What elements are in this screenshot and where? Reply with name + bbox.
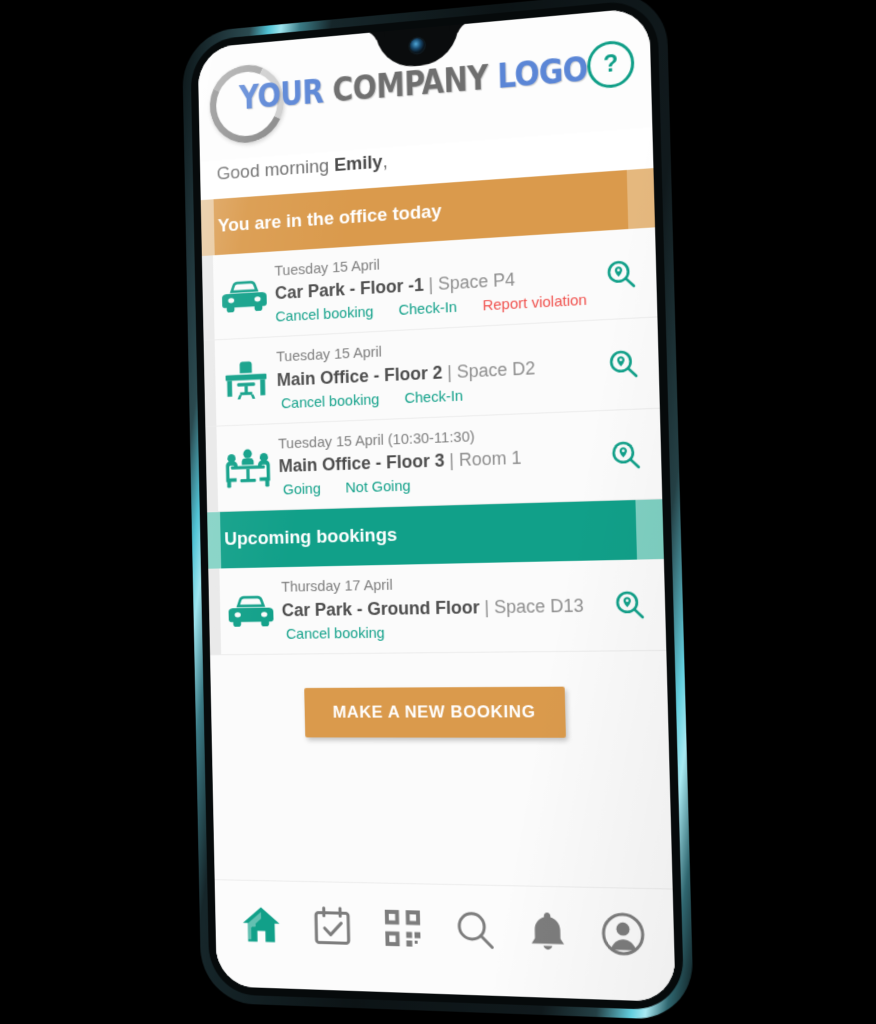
nav-item-home[interactable]	[241, 905, 281, 949]
check-in-link[interactable]: Check-In	[398, 299, 457, 319]
cta-section: MAKE A NEW BOOKING	[210, 650, 673, 890]
logo-word-1: YOUR	[238, 71, 324, 117]
help-button[interactable]: ?	[586, 39, 635, 90]
booking-title: Car Park - Ground Floor | Space D13	[282, 593, 610, 623]
car-icon	[220, 594, 282, 628]
booking-details: Tuesday 15 April Car Park - Floor -1 | S…	[274, 242, 601, 326]
booking-separator: |	[423, 274, 439, 295]
make-new-booking-button[interactable]: MAKE A NEW BOOKING	[303, 686, 567, 738]
cancel-booking-link[interactable]: Cancel booking	[281, 391, 380, 412]
booking-details: Tuesday 15 April Main Office - Floor 2 |…	[276, 332, 604, 412]
app-root: YOUR COMPANY LOGO ? Good morning Emily, …	[197, 7, 676, 1003]
user-circle-icon	[601, 911, 646, 961]
greeting-suffix: ,	[382, 151, 388, 173]
calendar-check-icon	[314, 906, 351, 952]
booking-location: Car Park - Ground Floor	[281, 596, 480, 620]
nav-item-scan[interactable]	[384, 908, 422, 952]
car-icon	[213, 277, 275, 314]
booking-details: Thursday 17 April Car Park - Ground Floo…	[281, 572, 610, 643]
map-search-icon[interactable]	[605, 439, 647, 471]
meeting-icon	[217, 446, 279, 489]
phone-screen: YOUR COMPANY LOGO ? Good morning Emily, …	[197, 7, 676, 1003]
section-title-upcoming: Upcoming bookings	[224, 525, 398, 551]
booking-space: Space P4	[437, 269, 516, 295]
nav-item-profile[interactable]	[601, 911, 646, 961]
booking-separator: |	[442, 361, 458, 383]
search-icon	[456, 910, 495, 955]
section-title-today: You are in the office today	[217, 201, 442, 237]
check-in-link[interactable]: Check-In	[404, 387, 463, 406]
logo-word-3: LOGO	[496, 48, 589, 96]
cancel-booking-link[interactable]: Cancel booking	[286, 624, 385, 642]
qr-code-icon	[384, 908, 422, 952]
section-banner-upcoming: Upcoming bookings	[207, 499, 664, 570]
home-icon	[241, 905, 281, 949]
bell-icon	[529, 911, 567, 958]
upcoming-bookings-list: Thursday 17 April Car Park - Ground Floo…	[208, 559, 667, 656]
booking-space: Space D2	[456, 357, 536, 382]
map-search-icon[interactable]	[609, 589, 651, 620]
map-search-icon[interactable]	[600, 258, 642, 291]
table-row[interactable]: Tuesday 15 April (10:30-11:30) Main Offi…	[205, 408, 663, 513]
going-link[interactable]: Going	[283, 481, 321, 499]
cancel-booking-link[interactable]: Cancel booking	[275, 304, 373, 326]
booking-space: Room 1	[458, 447, 522, 471]
booking-location: Main Office - Floor 3	[278, 450, 445, 477]
today-bookings-list: Tuesday 15 April Car Park - Floor -1 | S…	[201, 227, 663, 513]
question-mark-icon: ?	[602, 49, 619, 79]
table-row[interactable]: Thursday 17 April Car Park - Ground Floo…	[208, 559, 667, 656]
nav-item-bookings[interactable]	[314, 906, 351, 952]
map-search-icon[interactable]	[603, 348, 645, 381]
screenshot-stage: YOUR COMPANY LOGO ? Good morning Emily, …	[0, 0, 876, 1024]
greeting-prefix: Good morning	[216, 155, 335, 185]
not-going-link[interactable]: Not Going	[345, 478, 410, 497]
booking-location: Main Office - Floor 2	[276, 362, 443, 390]
booking-separator: |	[479, 596, 495, 617]
front-camera-icon	[409, 37, 425, 54]
report-violation-link[interactable]: Report violation	[482, 292, 587, 315]
greeting-user-name: Emily	[333, 151, 383, 176]
booking-details: Tuesday 15 April (10:30-11:30) Main Offi…	[278, 422, 606, 499]
booking-separator: |	[444, 450, 460, 471]
booking-actions: Cancel booking	[282, 621, 610, 642]
nav-item-notifications[interactable]	[529, 911, 567, 958]
phone-mockup: YOUR COMPANY LOGO ? Good morning Emily, …	[181, 0, 694, 1021]
nav-item-search[interactable]	[456, 910, 495, 955]
booking-space: Space D13	[493, 595, 584, 617]
bottom-navigation	[214, 880, 676, 1003]
desk-icon	[215, 360, 277, 404]
